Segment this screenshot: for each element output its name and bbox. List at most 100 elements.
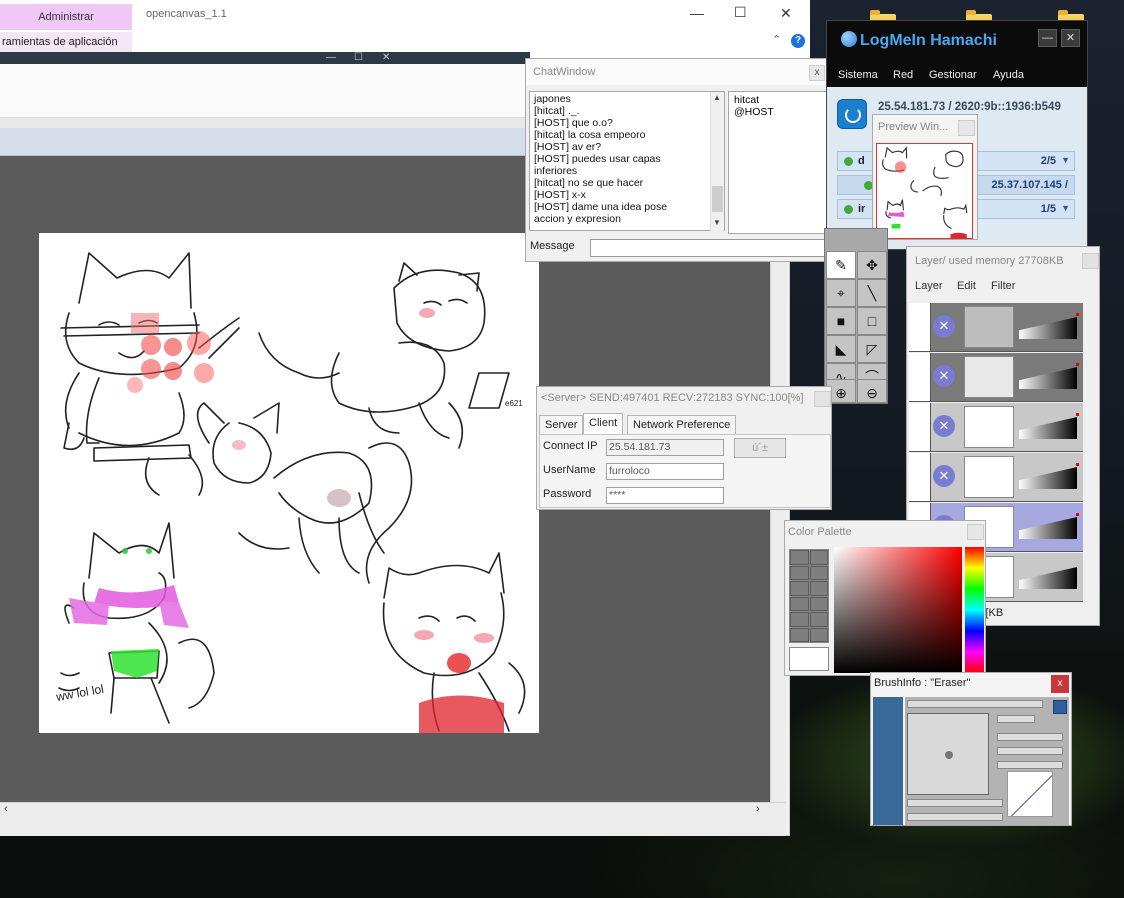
layer-lock-icon[interactable]: ✕: [933, 365, 955, 387]
chat-scroll-thumb[interactable]: [712, 186, 723, 212]
swatch[interactable]: [790, 550, 809, 565]
eyedropper-tool-icon[interactable]: ⌖: [826, 279, 856, 307]
menu-layer[interactable]: Layer: [915, 280, 943, 292]
brush-color-toggle[interactable]: [997, 715, 1035, 723]
connect-button[interactable]: ú´±: [734, 438, 786, 458]
pressure-curve[interactable]: [1007, 771, 1053, 817]
layer-close-button[interactable]: [1082, 253, 1099, 269]
brush-close-button[interactable]: x: [1051, 675, 1069, 693]
swatch[interactable]: [790, 612, 809, 627]
scroll-up-icon[interactable]: ▲: [713, 93, 721, 102]
layer-visibility-icon[interactable]: [909, 453, 931, 501]
scroll-left-icon[interactable]: ‹: [4, 803, 8, 815]
swatch[interactable]: [809, 612, 828, 627]
tab-server[interactable]: Server: [539, 415, 584, 434]
tab-network-preference[interactable]: Network Preference: [627, 415, 737, 434]
swatch[interactable]: [809, 596, 828, 611]
preview-thumbnail[interactable]: [876, 143, 973, 239]
current-color-swatch[interactable]: [789, 647, 829, 671]
layer-scrollbar[interactable]: [1085, 297, 1099, 601]
layer-lock-icon[interactable]: ✕: [933, 415, 955, 437]
lasso-select-tool-icon[interactable]: ◸: [857, 335, 887, 363]
layer-visibility-icon[interactable]: [909, 303, 931, 351]
canvas-horizontal-scrollbar[interactable]: ‹ ›: [0, 802, 786, 818]
color-swatches[interactable]: [789, 549, 829, 643]
menu-edit[interactable]: Edit: [957, 280, 976, 292]
message-input[interactable]: [590, 239, 830, 257]
hamachi-close-button[interactable]: ✕: [1061, 29, 1080, 47]
swatch[interactable]: [790, 565, 809, 580]
close-button[interactable]: ✕: [780, 5, 792, 22]
save-icon[interactable]: [1053, 700, 1067, 714]
chat-scrollbar[interactable]: ▲ ▼: [710, 92, 724, 231]
swatch[interactable]: [809, 550, 828, 565]
brush-type-list[interactable]: [873, 697, 903, 825]
lasso-fill-tool-icon[interactable]: ◣: [826, 335, 856, 363]
layer-opacity-gradient[interactable]: [1019, 367, 1077, 389]
drawing-canvas[interactable]: e621 ww lol lol: [39, 233, 539, 733]
close-icon[interactable]: ✕: [382, 52, 390, 63]
username-input[interactable]: furroloco: [606, 463, 724, 480]
chat-user[interactable]: @HOST: [734, 106, 824, 118]
pen-tool-icon[interactable]: ✎: [826, 251, 856, 279]
swatch[interactable]: [809, 581, 828, 596]
rect-select-tool-icon[interactable]: □: [857, 307, 887, 335]
brush-texture-slider[interactable]: [907, 813, 1003, 821]
palette-close-button[interactable]: [967, 524, 984, 540]
hue-slider[interactable]: [965, 547, 984, 673]
layer-row[interactable]: ✕: [909, 403, 1083, 452]
swatch[interactable]: [790, 596, 809, 611]
layer-opacity-gradient[interactable]: [1019, 567, 1077, 589]
layer-opacity-gradient[interactable]: [1019, 317, 1077, 339]
layer-visibility-icon[interactable]: [909, 353, 931, 401]
tab-client[interactable]: Client: [583, 413, 624, 434]
fill-tool-icon[interactable]: ■: [826, 307, 856, 335]
menu-sistema[interactable]: Sistema: [838, 69, 878, 81]
swatch[interactable]: [809, 565, 828, 580]
maximize-icon[interactable]: ☐: [354, 52, 363, 63]
menu-gestionar[interactable]: Gestionar: [929, 69, 977, 81]
brush-density-slider[interactable]: [997, 747, 1063, 755]
chat-user[interactable]: hitcat: [734, 94, 824, 106]
layer-opacity-gradient[interactable]: [1019, 517, 1077, 539]
chat-close-button[interactable]: x: [809, 65, 825, 81]
layer-opacity-gradient[interactable]: [1019, 467, 1077, 489]
collapse-ribbon-icon[interactable]: ⌃: [772, 33, 781, 46]
brush-blend-slider[interactable]: [997, 761, 1063, 769]
connect-ip-input[interactable]: 25.54.181.73: [606, 439, 724, 456]
hamachi-minimize-button[interactable]: —: [1038, 29, 1057, 47]
layer-row[interactable]: ✕: [909, 303, 1083, 352]
scroll-down-icon[interactable]: ▼: [713, 218, 721, 227]
chat-user-list[interactable]: hitcat @HOST: [728, 91, 830, 234]
menu-ayuda[interactable]: Ayuda: [993, 69, 1024, 81]
chat-log[interactable]: japones [hitcat] ._. [HOST] que o.o? [hi…: [529, 91, 725, 231]
brush-size-slider[interactable]: [997, 733, 1063, 741]
move-tool-icon[interactable]: ✥: [857, 251, 887, 279]
help-icon[interactable]: ?: [791, 34, 805, 48]
menu-filter[interactable]: Filter: [991, 280, 1015, 292]
swatch[interactable]: [790, 581, 809, 596]
swatch[interactable]: [809, 627, 828, 642]
server-close-button[interactable]: [814, 391, 831, 407]
menu-red[interactable]: Red: [893, 69, 913, 81]
scroll-right-icon[interactable]: ›: [756, 803, 760, 815]
zoom-out-icon[interactable]: ⊖: [857, 379, 887, 403]
ribbon-tab-administrar[interactable]: Administrar: [0, 4, 132, 30]
preview-close-button[interactable]: [958, 120, 975, 136]
chevron-down-icon[interactable]: ▼: [1061, 203, 1070, 213]
brush-opacity-slider[interactable]: [907, 799, 1003, 807]
power-icon[interactable]: [837, 99, 867, 129]
minimize-icon[interactable]: —: [326, 52, 336, 63]
saturation-value-picker[interactable]: [834, 547, 962, 673]
swatch[interactable]: [790, 627, 809, 642]
brush-preset-bar[interactable]: [907, 700, 1043, 708]
layer-row[interactable]: ✕: [909, 353, 1083, 402]
maximize-button[interactable]: ☐: [734, 4, 747, 21]
layer-lock-icon[interactable]: ✕: [933, 315, 955, 337]
layer-opacity-gradient[interactable]: [1019, 417, 1077, 439]
layer-visibility-icon[interactable]: [909, 403, 931, 451]
password-input[interactable]: ****: [606, 487, 724, 504]
layer-row[interactable]: ✕: [909, 453, 1083, 502]
layer-lock-icon[interactable]: ✕: [933, 465, 955, 487]
minimize-button[interactable]: —: [690, 5, 704, 21]
